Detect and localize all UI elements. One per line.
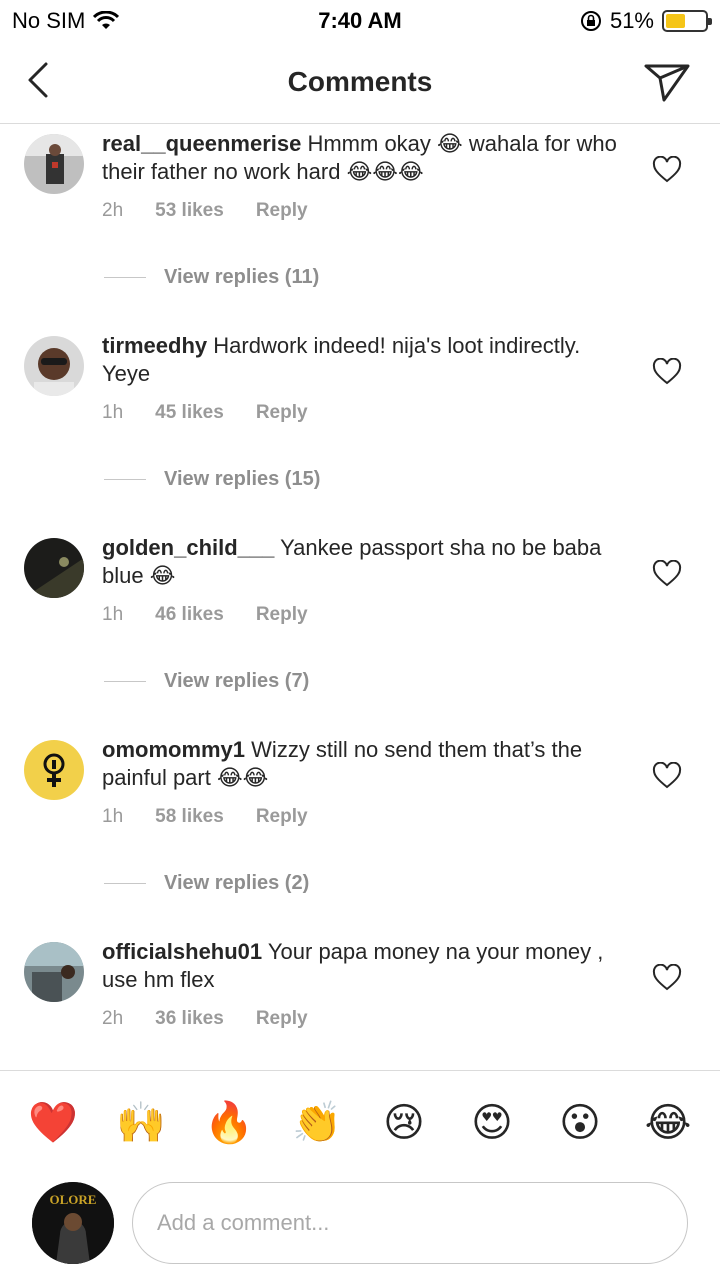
comment-time: 2h bbox=[102, 200, 124, 221]
raising-hands-emoji-button[interactable]: 🙌 bbox=[116, 1099, 166, 1147]
heart-icon[interactable] bbox=[652, 358, 682, 386]
battery-fill bbox=[666, 14, 686, 28]
comment-username[interactable]: omomommy1 bbox=[102, 737, 245, 762]
divider-line bbox=[104, 479, 146, 480]
fire-emoji-button[interactable]: 🔥 bbox=[204, 1099, 254, 1147]
view-replies-label: View replies (15) bbox=[164, 468, 321, 490]
heart-icon[interactable] bbox=[652, 156, 682, 184]
send-icon[interactable] bbox=[642, 56, 692, 106]
status-bar: No SIM 7:40 AM 51% bbox=[0, 0, 720, 40]
heart-emoji-button[interactable]: ❤️ bbox=[28, 1099, 78, 1147]
comment-meta: 1h 58 likes Reply bbox=[102, 806, 308, 828]
divider-line bbox=[104, 883, 146, 884]
heart-icon[interactable] bbox=[652, 964, 682, 992]
comment-meta: 2h 53 likes Reply bbox=[102, 200, 308, 222]
view-replies-button[interactable]: View replies (11) bbox=[104, 266, 319, 289]
clapping-emoji-button[interactable]: 👏 bbox=[292, 1099, 342, 1147]
header: Comments bbox=[0, 40, 720, 124]
avatar[interactable] bbox=[24, 942, 84, 1002]
heart-icon[interactable] bbox=[652, 560, 682, 588]
comment-time: 1h bbox=[102, 806, 124, 827]
comment-text: tirmeedhy Hardwork indeed! nija's loot i… bbox=[102, 332, 632, 388]
view-replies-label: View replies (11) bbox=[164, 266, 320, 288]
divider-line bbox=[104, 277, 146, 278]
laughing-emoji-button[interactable]: 😂 bbox=[644, 1099, 692, 1147]
comment-likes[interactable]: 58 likes bbox=[155, 806, 224, 828]
comment-item: omomommy1 Wizzy still no send them that’… bbox=[0, 730, 720, 932]
page-title: Comments bbox=[287, 66, 433, 97]
heart-icon[interactable] bbox=[652, 762, 682, 790]
divider-line bbox=[104, 681, 146, 682]
reply-button[interactable]: Reply bbox=[256, 402, 308, 424]
surprised-emoji-button[interactable]: 😮 bbox=[556, 1099, 604, 1147]
crying-emoji-button[interactable]: 😢 bbox=[380, 1099, 428, 1147]
status-right: 51% bbox=[580, 8, 712, 34]
battery-percent: 51% bbox=[609, 8, 654, 33]
view-replies-label: View replies (7) bbox=[164, 670, 310, 692]
comment-text: officialshehu01 Your papa money na your … bbox=[102, 938, 632, 994]
avatar[interactable] bbox=[24, 134, 84, 194]
view-replies-button[interactable]: View replies (7) bbox=[104, 670, 309, 693]
comment-input[interactable] bbox=[132, 1182, 688, 1264]
comment-meta: 1h 46 likes Reply bbox=[102, 604, 308, 626]
comment-username[interactable]: tirmeedhy bbox=[102, 333, 207, 358]
rotation-lock-icon bbox=[580, 11, 601, 31]
comment-item: tirmeedhy Hardwork indeed! nija's loot i… bbox=[0, 326, 720, 528]
comment-text: golden_child___ Yankee passport sha no b… bbox=[102, 534, 632, 590]
comment-likes[interactable]: 45 likes bbox=[155, 402, 224, 424]
avatar[interactable] bbox=[24, 336, 84, 396]
comment-text: real__queenmerise Hmmm okay 😂 wahala for… bbox=[102, 130, 632, 186]
comment-username[interactable]: officialshehu01 bbox=[102, 939, 262, 964]
emoji-quick-bar: ❤️ 🙌 🔥 👏 😢 😍 😮 😂 bbox=[0, 1070, 720, 1170]
comment-time: 1h bbox=[102, 604, 124, 625]
view-replies-button[interactable]: View replies (15) bbox=[104, 468, 320, 491]
comment-text: omomommy1 Wizzy still no send them that’… bbox=[102, 736, 632, 792]
reply-button[interactable]: Reply bbox=[256, 806, 308, 828]
comment-username[interactable]: real__queenmerise bbox=[102, 131, 301, 156]
view-replies-label: View replies (2) bbox=[164, 872, 310, 894]
comment-likes[interactable]: 53 likes bbox=[155, 200, 224, 222]
heart-eyes-emoji-button[interactable]: 😍 bbox=[468, 1099, 516, 1147]
comment-likes[interactable]: 46 likes bbox=[155, 604, 224, 626]
reply-button[interactable]: Reply bbox=[256, 200, 308, 222]
reply-button[interactable]: Reply bbox=[256, 604, 308, 626]
comment-meta: 2h 36 likes Reply bbox=[102, 1008, 308, 1030]
battery-icon bbox=[662, 10, 712, 32]
my-avatar[interactable]: OLORE bbox=[32, 1182, 114, 1264]
view-replies-button[interactable]: View replies (2) bbox=[104, 872, 309, 895]
avatar[interactable] bbox=[24, 538, 84, 598]
comment-item: golden_child___ Yankee passport sha no b… bbox=[0, 528, 720, 730]
comment-likes[interactable]: 36 likes bbox=[155, 1008, 224, 1030]
comment-time: 1h bbox=[102, 402, 124, 423]
comment-meta: 1h 45 likes Reply bbox=[102, 402, 308, 424]
comment-time: 2h bbox=[102, 1008, 124, 1029]
my-avatar-text: OLORE bbox=[50, 1192, 97, 1207]
reply-button[interactable]: Reply bbox=[256, 1008, 308, 1030]
comment-item: real__queenmerise Hmmm okay 😂 wahala for… bbox=[0, 124, 720, 326]
avatar[interactable] bbox=[24, 740, 84, 800]
comment-username[interactable]: golden_child___ bbox=[102, 535, 274, 560]
